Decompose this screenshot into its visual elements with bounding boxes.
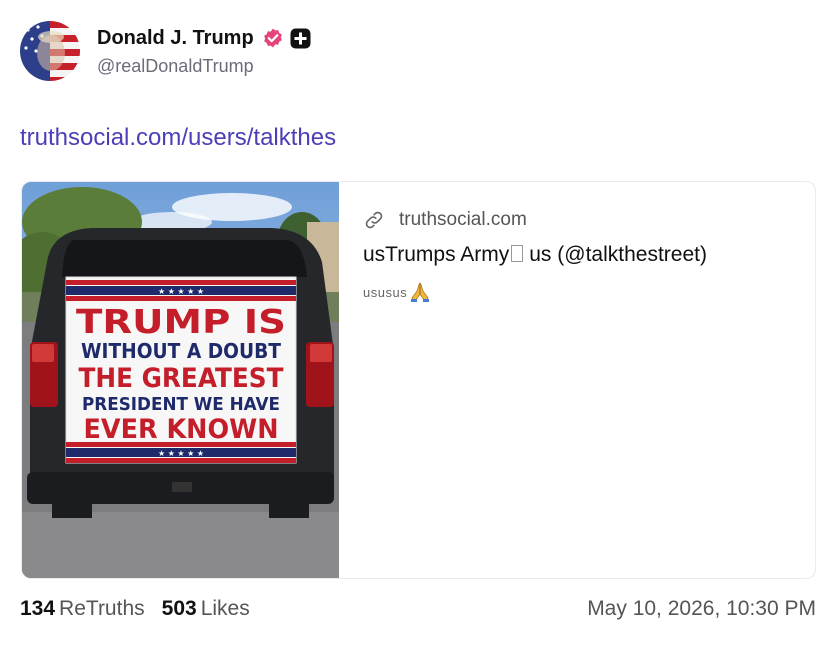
avatar-image (20, 21, 80, 81)
card-title-prefix: usTrumps Army (363, 243, 510, 266)
post-header: Donald J. Trump @realDonaldTrump (20, 20, 311, 82)
card-domain: truthsocial.com (399, 209, 527, 230)
sign-line-2: WITHOUT A DOUBT (81, 339, 281, 363)
plus-badge-icon (290, 28, 311, 48)
post-link[interactable]: truthsocial.com/users/talkthes (20, 124, 336, 152)
retruths-label: ReTruths (59, 597, 145, 620)
likes-label: Likes (200, 597, 250, 620)
verified-badge-icon (263, 28, 282, 48)
author-avatar[interactable] (20, 21, 80, 81)
retruths-stat[interactable]: 134 ReTruths (20, 597, 145, 621)
link-preview-card[interactable]: ★ ★ ★ ★ ★ TRUMP IS WITHOUT A DOUBT THE G… (21, 181, 816, 579)
likes-stat[interactable]: 503 Likes (162, 597, 250, 621)
link-preview-image: ★ ★ ★ ★ ★ TRUMP IS WITHOUT A DOUBT THE G… (22, 182, 339, 578)
sign-line-5: EVER KNOWN (84, 414, 279, 445)
card-title: usTrumps Army us (@talkthestreet) (363, 243, 707, 267)
card-title-suffix: us (@talkthestreet) (529, 243, 707, 266)
praying-hands-icon (411, 282, 430, 302)
author-handle[interactable]: @realDonaldTrump (97, 56, 311, 77)
sign-line-4: PRESIDENT WE HAVE (82, 394, 280, 415)
sign-stars-bottom: ★ ★ ★ ★ ★ (158, 449, 204, 458)
card-description: ususus (363, 281, 707, 303)
link-icon (365, 211, 383, 229)
retruths-count: 134 (20, 597, 56, 620)
post-timestamp[interactable]: May 10, 2026, 10:30 PM (587, 596, 816, 622)
sign-line-3: THE GREATEST (79, 363, 285, 394)
missing-glyph-icon (511, 245, 524, 262)
card-description-text: ususus (363, 284, 408, 300)
sign-stars-top: ★ ★ ★ ★ ★ (158, 287, 204, 296)
likes-count: 503 (161, 597, 197, 620)
post-stats: 134 ReTruths 503 Likes (20, 596, 250, 622)
sign-line-1: TRUMP IS (76, 302, 286, 341)
author-display-name[interactable]: Donald J. Trump (97, 27, 254, 50)
